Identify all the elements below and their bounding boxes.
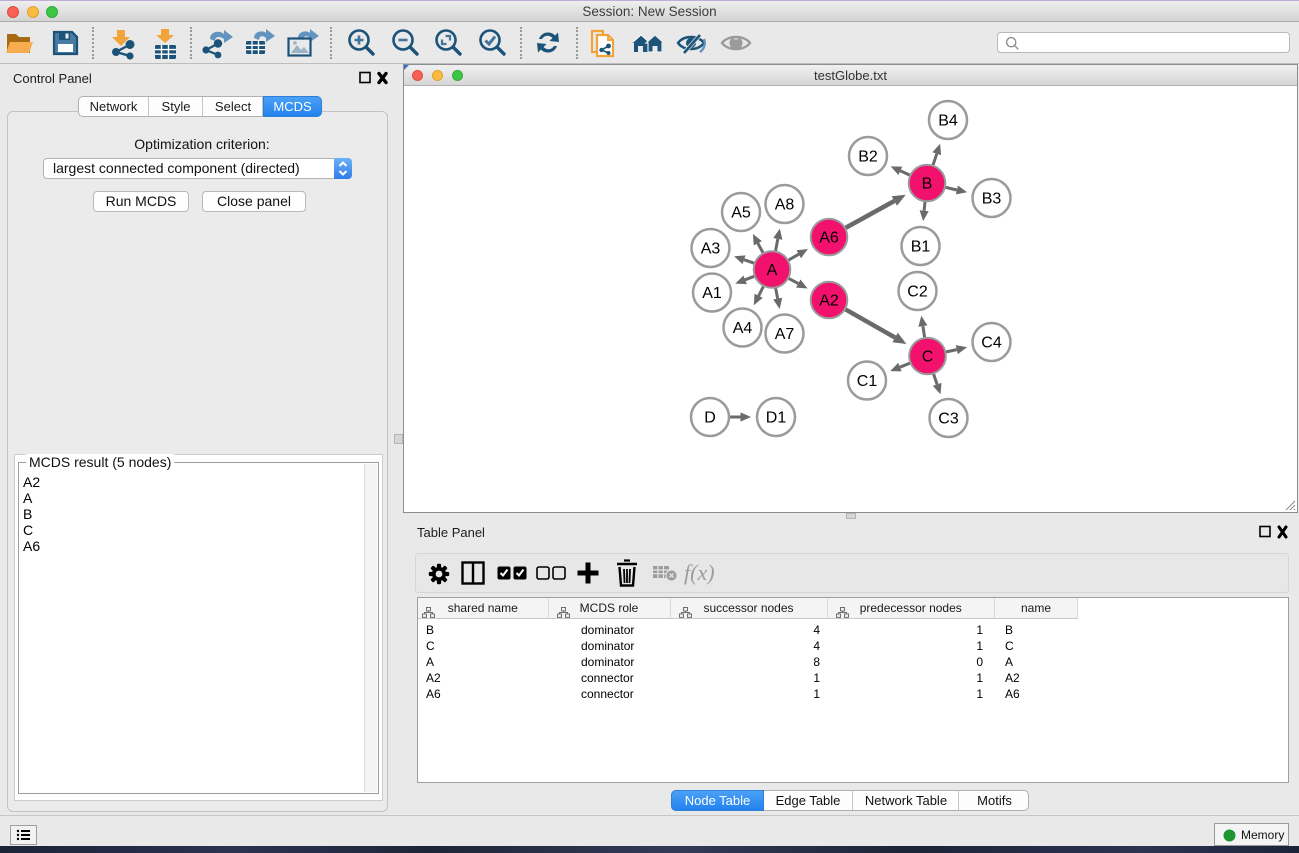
svg-text:A: A [767, 262, 778, 279]
svg-text:A1: A1 [702, 285, 722, 302]
svg-text:B2: B2 [858, 149, 878, 166]
svg-text:A2: A2 [819, 293, 839, 310]
svg-text:C2: C2 [907, 284, 928, 301]
svg-text:B4: B4 [938, 113, 958, 130]
svg-text:B: B [922, 176, 933, 193]
svg-text:A4: A4 [733, 320, 753, 337]
svg-text:D1: D1 [766, 410, 787, 427]
svg-text:B3: B3 [982, 191, 1002, 208]
svg-text:A8: A8 [775, 197, 795, 214]
svg-text:B1: B1 [911, 239, 931, 256]
svg-text:A6: A6 [819, 230, 839, 247]
svg-text:C4: C4 [981, 335, 1002, 352]
svg-text:A7: A7 [775, 326, 795, 343]
svg-text:C: C [922, 349, 934, 366]
svg-text:A3: A3 [701, 241, 721, 258]
svg-text:C1: C1 [857, 373, 878, 390]
svg-text:C3: C3 [938, 411, 959, 428]
svg-text:D: D [704, 410, 716, 427]
svg-text:A5: A5 [731, 205, 751, 222]
